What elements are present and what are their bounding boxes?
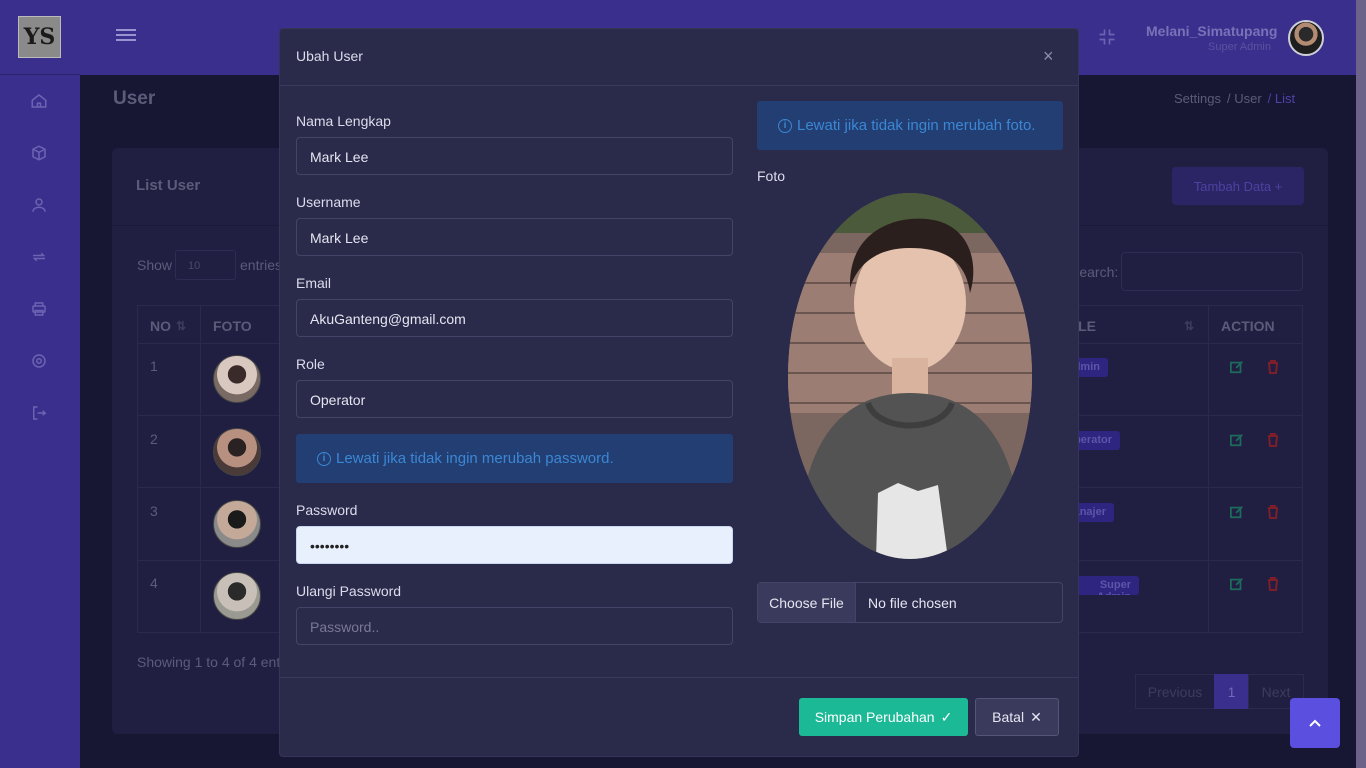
column-header-foto[interactable]: FOTO bbox=[213, 318, 252, 334]
settings-icon[interactable] bbox=[29, 351, 49, 371]
app-logo[interactable]: YS bbox=[18, 16, 61, 58]
card-title: List User bbox=[136, 177, 201, 194]
table-col-divider bbox=[1208, 305, 1209, 633]
password-label: Password bbox=[296, 502, 358, 518]
user-photo bbox=[213, 572, 261, 620]
ulangi-password-label: Ulangi Password bbox=[296, 583, 402, 599]
edit-user-modal: Ubah User × Nama Lengkap Mark Lee Userna… bbox=[279, 28, 1079, 757]
entries-label: entries bbox=[240, 257, 283, 273]
table-col-divider bbox=[200, 305, 201, 633]
sort-icon[interactable]: ⇅ bbox=[176, 319, 186, 333]
edit-icon[interactable] bbox=[1230, 505, 1244, 519]
chevron-up-icon bbox=[1309, 719, 1321, 727]
nama-lengkap-input[interactable]: Mark Lee bbox=[296, 137, 733, 175]
menu-toggle-icon[interactable] bbox=[116, 29, 136, 45]
user-photo-preview bbox=[788, 193, 1032, 559]
breadcrumb-list: / List bbox=[1267, 91, 1296, 106]
edit-icon[interactable] bbox=[1230, 577, 1244, 591]
modal-title: Ubah User bbox=[296, 48, 363, 64]
foto-info-alert: i Lewati jika tidak ingin merubah foto. bbox=[757, 101, 1063, 150]
cancel-button[interactable]: Batal ✕ bbox=[975, 698, 1059, 736]
trash-icon[interactable] bbox=[1267, 505, 1279, 519]
column-header-no[interactable]: NO bbox=[150, 318, 171, 334]
show-label: Show bbox=[137, 257, 173, 273]
logout-icon[interactable] bbox=[29, 403, 49, 423]
sidebar-divider bbox=[0, 74, 80, 75]
close-icon[interactable]: × bbox=[1043, 47, 1054, 65]
user-icon[interactable] bbox=[29, 195, 49, 215]
row-number: 2 bbox=[150, 431, 158, 447]
compress-icon[interactable] bbox=[1097, 27, 1117, 47]
repeat-icon[interactable] bbox=[29, 247, 49, 267]
table-info: Showing 1 to 4 of 4 entries bbox=[137, 654, 303, 670]
nama-lengkap-label: Nama Lengkap bbox=[296, 113, 391, 129]
file-status-text: No file chosen bbox=[868, 595, 957, 611]
username-input[interactable]: Mark Lee bbox=[296, 218, 733, 256]
breadcrumb-user[interactable]: / User bbox=[1227, 91, 1262, 106]
sidebar bbox=[0, 0, 80, 768]
edit-icon[interactable] bbox=[1230, 360, 1244, 374]
email-label: Email bbox=[296, 275, 332, 291]
user-photo bbox=[213, 355, 261, 403]
check-icon: ✓ bbox=[940, 708, 953, 725]
search-input[interactable] bbox=[1121, 252, 1303, 291]
breadcrumb-settings[interactable]: Settings bbox=[1174, 91, 1221, 106]
password-info-alert: i Lewati jika tidak ingin merubah passwo… bbox=[296, 434, 733, 483]
username-label: Username bbox=[296, 194, 361, 210]
info-icon: i bbox=[778, 118, 792, 133]
edit-icon[interactable] bbox=[1230, 433, 1244, 447]
user-photo bbox=[213, 428, 261, 476]
modal-footer-divider bbox=[280, 677, 1078, 678]
role-label: Role bbox=[296, 356, 325, 372]
modal-header-divider bbox=[280, 85, 1078, 86]
user-avatar[interactable] bbox=[1288, 20, 1324, 56]
trash-icon[interactable] bbox=[1267, 360, 1279, 374]
page-title: User bbox=[113, 88, 156, 109]
user-name[interactable]: Melani_Simatupang bbox=[1146, 23, 1277, 39]
password-alert-text: Lewati jika tidak ingin merubah password… bbox=[336, 450, 614, 467]
row-number: 3 bbox=[150, 503, 158, 519]
box-icon[interactable] bbox=[29, 143, 49, 163]
user-role: Super Admin bbox=[1208, 41, 1271, 53]
pagination-previous[interactable]: Previous bbox=[1135, 674, 1215, 709]
user-photo bbox=[213, 500, 261, 548]
password-input[interactable]: •••••••• bbox=[296, 526, 733, 564]
sort-icon[interactable]: ⇅ bbox=[1184, 319, 1194, 333]
save-label: Simpan Perubahan bbox=[814, 709, 935, 725]
close-icon: ✕ bbox=[1030, 708, 1042, 725]
email-input[interactable]: AkuGanteng@gmail.com bbox=[296, 299, 733, 337]
breadcrumb: Settings / User / List bbox=[1174, 91, 1295, 106]
save-changes-button[interactable]: Simpan Perubahan ✓ bbox=[799, 698, 968, 736]
scroll-to-top-button[interactable] bbox=[1290, 698, 1340, 748]
pagination-page-1[interactable]: 1 bbox=[1214, 674, 1249, 709]
ulangi-password-input[interactable]: Password.. bbox=[296, 607, 733, 645]
printer-icon[interactable] bbox=[29, 299, 49, 319]
trash-icon[interactable] bbox=[1267, 577, 1279, 591]
add-data-button[interactable]: Tambah Data + bbox=[1172, 167, 1304, 205]
foto-alert-text: Lewati jika tidak ingin merubah foto. bbox=[797, 117, 1036, 134]
role-select[interactable]: Operator bbox=[296, 380, 733, 418]
home-icon[interactable] bbox=[29, 91, 49, 111]
file-input[interactable]: Choose File No file chosen bbox=[757, 582, 1063, 623]
row-number: 1 bbox=[150, 358, 158, 374]
entries-select[interactable]: 10 bbox=[175, 250, 236, 280]
cancel-label: Batal bbox=[992, 709, 1025, 725]
trash-icon[interactable] bbox=[1267, 433, 1279, 447]
foto-label: Foto bbox=[757, 168, 786, 184]
info-icon: i bbox=[317, 451, 331, 466]
row-number: 4 bbox=[150, 575, 158, 591]
choose-file-button[interactable]: Choose File bbox=[758, 583, 856, 622]
column-header-action: ACTION bbox=[1221, 318, 1275, 334]
page-scrollbar[interactable] bbox=[1356, 0, 1366, 768]
